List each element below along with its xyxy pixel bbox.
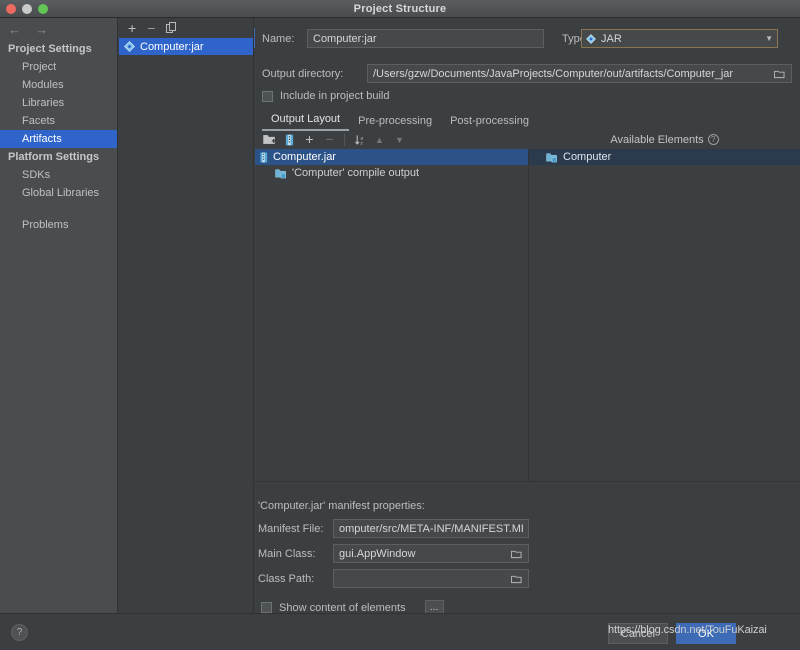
chevron-down-icon: ▼: [765, 34, 773, 43]
help-icon[interactable]: ?: [11, 624, 28, 641]
name-input-value: Computer:jar: [313, 33, 377, 45]
module-output-icon: [546, 152, 558, 163]
forward-arrow-icon[interactable]: →: [35, 23, 48, 36]
type-label: Type:: [544, 33, 581, 45]
copy-artifact-button[interactable]: [166, 22, 177, 33]
remove-element-button[interactable]: −: [321, 132, 338, 147]
show-content-checkbox[interactable]: [261, 602, 272, 613]
sidebar-spacer: [0, 202, 117, 216]
minimize-window-button[interactable]: [22, 4, 32, 14]
manifest-file-value: omputer/src/META-INF/MANIFEST.MF: [339, 523, 523, 535]
module-output-icon: [275, 168, 287, 179]
type-select-value: JAR: [601, 33, 622, 45]
remove-artifact-button[interactable]: −: [147, 23, 155, 33]
output-tabs: Output Layout Pre-processing Post-proces…: [262, 111, 800, 131]
available-elements-label: Available Elements: [610, 134, 703, 146]
tree-row[interactable]: 'Computer' compile output: [255, 165, 528, 181]
show-content-label: Show content of elements: [279, 602, 406, 614]
artifact-item-computer-jar[interactable]: Computer:jar: [119, 38, 253, 55]
manifest-properties-section: 'Computer.jar' manifest properties: Mani…: [255, 500, 800, 615]
sidebar-item-project[interactable]: Project: [0, 58, 117, 76]
sidebar-group-project-settings: Project Settings: [0, 40, 117, 58]
output-directory-label: Output directory:: [255, 68, 367, 80]
jar-type-icon: [586, 34, 596, 44]
output-directory-value: /Users/gzw/Documents/JavaProjects/Comput…: [373, 68, 772, 80]
class-path-row: Class Path:: [255, 569, 800, 588]
name-input[interactable]: Computer:jar: [307, 29, 544, 48]
sort-button[interactable]: a z: [351, 132, 368, 147]
close-window-button[interactable]: [6, 4, 16, 14]
output-layout-tree: Computer.jar 'Computer' compile output: [255, 149, 529, 481]
tree-row-label: Computer: [563, 151, 611, 163]
add-archive-button[interactable]: [281, 132, 298, 147]
output-layout-panes: Computer.jar 'Computer' compile output: [255, 149, 800, 481]
move-down-button[interactable]: ▼: [391, 132, 408, 147]
manifest-file-input[interactable]: omputer/src/META-INF/MANIFEST.MF: [333, 519, 529, 538]
zoom-window-button[interactable]: [38, 4, 48, 14]
include-in-build-checkbox[interactable]: [262, 91, 273, 102]
sidebar-navigation: ← →: [0, 18, 117, 40]
output-layout-toolbar: + − a z ▲ ▼ Available Elements ?: [255, 130, 800, 149]
watermark-text: https://blog.csdn.net/TouFuKaizai: [608, 624, 800, 636]
main-class-value: gui.AppWindow: [339, 548, 509, 560]
artifacts-list: Computer:jar: [119, 37, 253, 55]
add-element-button[interactable]: +: [301, 132, 318, 147]
toolbar-divider: [344, 134, 345, 146]
browse-class-path-icon[interactable]: [509, 574, 523, 584]
tab-post-processing[interactable]: Post-processing: [441, 113, 538, 131]
manifest-title: 'Computer.jar' manifest properties:: [255, 500, 800, 512]
sidebar-item-artifacts[interactable]: Artifacts: [0, 130, 117, 148]
panes-bottom-divider: [255, 481, 800, 482]
sidebar-item-modules[interactable]: Modules: [0, 76, 117, 94]
add-directory-button[interactable]: [261, 132, 278, 147]
jar-icon: [260, 152, 268, 163]
tree-row-label: Computer.jar: [273, 151, 336, 163]
main-class-input[interactable]: gui.AppWindow: [333, 544, 529, 563]
include-in-build-label: Include in project build: [280, 90, 389, 102]
tree-row[interactable]: Computer.jar: [255, 149, 528, 165]
back-arrow-icon[interactable]: ←: [8, 23, 21, 36]
manifest-file-label: Manifest File:: [255, 523, 333, 535]
svg-text:z: z: [360, 140, 363, 145]
main-class-row: Main Class: gui.AppWindow: [255, 544, 800, 563]
window-titlebar: Project Structure: [0, 0, 800, 18]
sidebar-item-sdks[interactable]: SDKs: [0, 166, 117, 184]
sidebar-item-global-libraries[interactable]: Global Libraries: [0, 184, 117, 202]
available-elements-header: Available Elements ?: [529, 130, 800, 149]
tree-row-label: 'Computer' compile output: [292, 167, 419, 179]
artifact-item-label: Computer:jar: [140, 41, 204, 53]
include-in-build-row[interactable]: Include in project build: [262, 90, 389, 102]
tab-pre-processing[interactable]: Pre-processing: [349, 113, 441, 131]
sidebar-item-facets[interactable]: Facets: [0, 112, 117, 130]
sidebar-item-libraries[interactable]: Libraries: [0, 94, 117, 112]
browse-folder-icon[interactable]: [772, 69, 786, 79]
tab-output-layout[interactable]: Output Layout: [262, 111, 349, 131]
settings-sidebar: ← → Project Settings Project Modules Lib…: [0, 18, 118, 613]
class-path-input[interactable]: [333, 569, 529, 588]
type-select[interactable]: JAR ▼: [581, 29, 778, 48]
project-structure-dialog: Project Structure ← → Project Settings P…: [0, 0, 800, 650]
artifacts-list-panel: + − Computer:jar: [119, 18, 254, 613]
window-title: Project Structure: [354, 3, 447, 15]
sidebar-item-problems[interactable]: Problems: [0, 216, 117, 234]
main-class-label: Main Class:: [255, 548, 333, 560]
jar-artifact-icon: [124, 41, 135, 52]
output-directory-input[interactable]: /Users/gzw/Documents/JavaProjects/Comput…: [367, 64, 792, 83]
window-controls: [6, 4, 48, 14]
available-elements-tree: Computer: [529, 149, 800, 481]
name-label: Name:: [255, 33, 307, 45]
browse-main-class-icon[interactable]: [509, 549, 523, 559]
artifacts-toolbar: + −: [119, 18, 253, 37]
add-artifact-button[interactable]: +: [128, 23, 136, 33]
move-up-button[interactable]: ▲: [371, 132, 388, 147]
manifest-file-row: Manifest File: omputer/src/META-INF/MANI…: [255, 519, 800, 538]
help-circle-icon[interactable]: ?: [708, 134, 719, 145]
tree-row[interactable]: Computer: [529, 149, 800, 165]
class-path-label: Class Path:: [255, 573, 333, 585]
sidebar-group-platform-settings: Platform Settings: [0, 148, 117, 166]
artifact-detail-panel: Name: Computer:jar Type: JAR ▼ Output di…: [255, 18, 800, 613]
